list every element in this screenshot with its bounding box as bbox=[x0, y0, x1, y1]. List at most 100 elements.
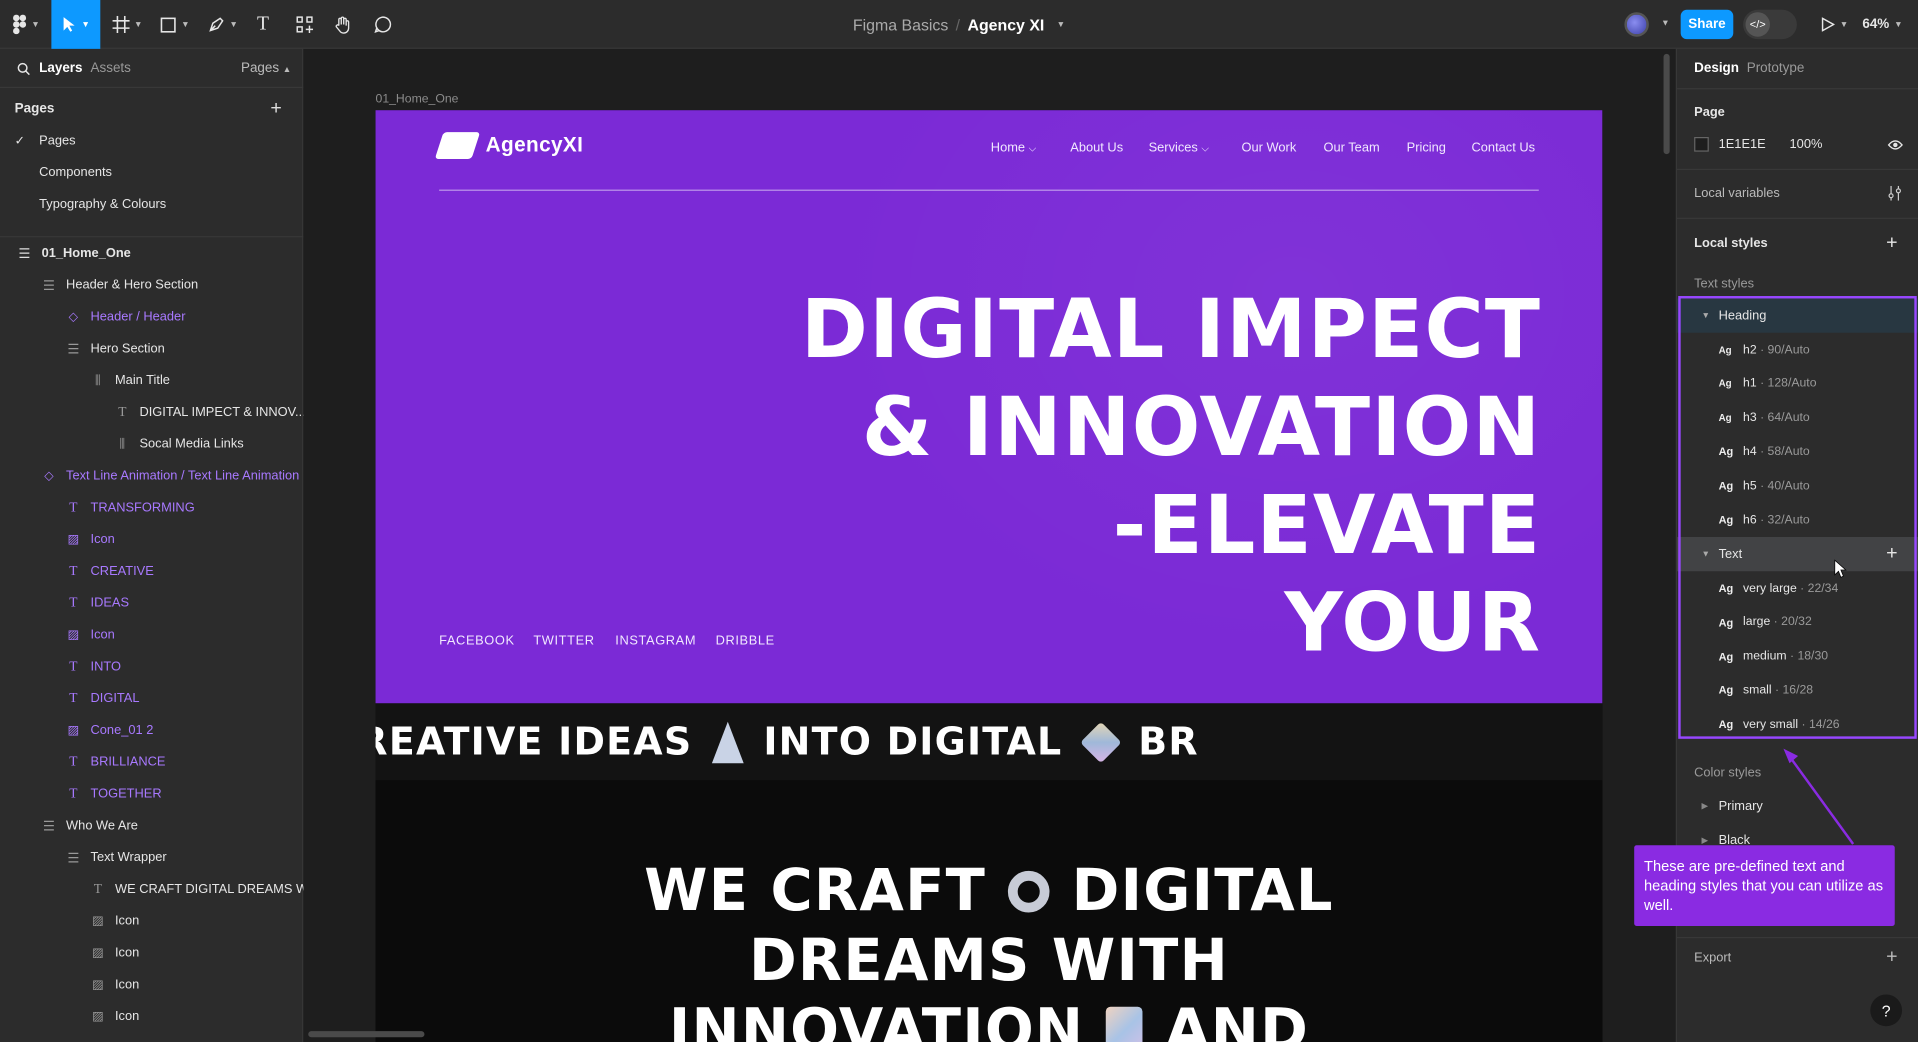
nav-about[interactable]: About Us bbox=[1070, 141, 1123, 156]
layer-row[interactable]: ▨ Icon bbox=[64, 619, 115, 651]
frame-label[interactable]: 01_Home_One bbox=[376, 93, 459, 106]
search-icon[interactable] bbox=[17, 62, 30, 76]
nav-services[interactable]: Services ⌵ bbox=[1149, 141, 1209, 156]
dev-mode-toggle[interactable]: </> bbox=[1743, 9, 1797, 40]
resources-button[interactable] bbox=[292, 0, 316, 49]
layer-row[interactable]: ▨ Cone_01 2 bbox=[64, 714, 154, 746]
figma-logo-icon bbox=[12, 14, 26, 35]
nav-our-work[interactable]: Our Work bbox=[1242, 141, 1297, 156]
resources-icon bbox=[296, 16, 314, 34]
social-instagram[interactable]: INSTAGRAM bbox=[615, 634, 696, 649]
tab-design[interactable]: Design bbox=[1694, 61, 1739, 76]
who-we-are-section[interactable]: WE CRAFT DIGITAL DREAMS WITH INNOVATION AN… bbox=[375, 780, 1603, 1042]
layer-row[interactable]: ▨ Icon bbox=[88, 905, 139, 937]
page-item-pages[interactable]: ✓ Pages bbox=[15, 125, 76, 157]
page-item-components[interactable]: Components bbox=[39, 157, 112, 189]
title-words: INNOVATION bbox=[668, 996, 1085, 1042]
play-icon bbox=[1821, 17, 1835, 32]
layer-row[interactable]: T IDEAS bbox=[64, 587, 129, 619]
sliders-icon[interactable] bbox=[1887, 185, 1902, 201]
add-style-icon[interactable]: + bbox=[1886, 232, 1897, 254]
share-button[interactable]: Share bbox=[1680, 9, 1734, 40]
layer-row[interactable]: ☰ Hero Section bbox=[64, 333, 164, 365]
chevron-down-icon[interactable]: ▼ bbox=[1057, 20, 1065, 29]
zoom-menu[interactable]: 64% ▼ bbox=[1859, 0, 1905, 49]
local-variables-row[interactable]: Local variables bbox=[1694, 176, 1914, 210]
user-avatar[interactable] bbox=[1624, 12, 1649, 37]
layer-row[interactable]: ☰ Who We Are bbox=[39, 810, 138, 842]
color-swatch[interactable] bbox=[1694, 136, 1709, 152]
toolbar: ▼ ▼ ▼ ▼ ▼ T Figma Basics / Agency XI ▼ ▼… bbox=[0, 0, 1918, 49]
canvas[interactable]: 01_Home_One AgencyXI Home ⌵ About Us Ser… bbox=[303, 48, 1676, 1042]
vertical-scrollbar[interactable] bbox=[1663, 53, 1670, 155]
nav-contact[interactable]: Contact Us bbox=[1472, 141, 1536, 156]
comment-tool-button[interactable] bbox=[371, 0, 395, 49]
layer-row[interactable]: T CREATIVE bbox=[64, 555, 154, 587]
figma-menu-button[interactable]: ▼ bbox=[7, 0, 44, 49]
hero-line: YOUR bbox=[1284, 576, 1542, 671]
page-background-row[interactable]: 1E1E1E 100% bbox=[1694, 127, 1914, 161]
chevron-down-icon[interactable]: ▼ bbox=[1661, 20, 1669, 29]
text-icon: T bbox=[69, 595, 78, 611]
help-button[interactable]: ? bbox=[1870, 994, 1903, 1027]
text-line-animation[interactable]: REATIVE IDEAS INTO DIGITAL BR bbox=[375, 703, 1603, 781]
layer-row[interactable]: ▨ Icon bbox=[64, 524, 115, 556]
frame-tool-button[interactable]: ▼ bbox=[108, 0, 147, 49]
color-group-primary[interactable]: ▶ Primary bbox=[1701, 789, 1918, 823]
export-row[interactable]: Export + bbox=[1694, 941, 1914, 975]
social-dribble[interactable]: DRIBBLE bbox=[716, 634, 775, 649]
hero-section[interactable]: AgencyXI Home ⌵ About Us Services ⌵ Our … bbox=[375, 110, 1603, 704]
hand-tool-button[interactable] bbox=[331, 0, 355, 49]
layer-label: Icon bbox=[114, 977, 140, 993]
present-button[interactable]: ▼ bbox=[1818, 0, 1852, 49]
text-tool-button[interactable]: T bbox=[251, 0, 275, 49]
layer-row[interactable]: T INTO bbox=[64, 651, 121, 683]
component-instance-icon: ◇ bbox=[68, 310, 79, 324]
add-page-icon[interactable]: + bbox=[270, 93, 281, 125]
frame-01-home-one[interactable]: AgencyXI Home ⌵ About Us Services ⌵ Our … bbox=[375, 110, 1603, 1042]
layer-row[interactable]: T DIGITAL IMPECT & INNOV... bbox=[113, 396, 306, 428]
tab-prototype[interactable]: Prototype bbox=[1747, 61, 1805, 76]
layer-row[interactable]: ⫼ Main Title bbox=[88, 365, 170, 397]
page-opacity-value[interactable]: 100% bbox=[1790, 137, 1823, 152]
selection-highlight bbox=[1678, 296, 1917, 739]
layer-row[interactable]: T WE CRAFT DIGITAL DREAMS W... bbox=[88, 873, 318, 905]
nav-home-label: Home bbox=[990, 140, 1026, 156]
layer-row[interactable]: T TRANSFORMING bbox=[64, 492, 194, 524]
eye-icon[interactable] bbox=[1887, 139, 1903, 150]
add-export-icon[interactable]: + bbox=[1886, 947, 1897, 969]
who-we-are-title: WE CRAFT DIGITAL DREAMS WITH INNOVATION AN… bbox=[376, 856, 1603, 1042]
social-facebook[interactable]: FACEBOOK bbox=[439, 634, 515, 649]
layer-row[interactable]: ☰ Text Wrapper bbox=[64, 842, 166, 874]
auto-layout-icon: ☰ bbox=[42, 818, 55, 834]
layer-row[interactable]: ▨ Icon bbox=[88, 1001, 139, 1033]
pen-tool-button[interactable]: ▼ bbox=[203, 0, 242, 49]
layer-row[interactable]: ◇ Header / Header bbox=[64, 301, 186, 333]
nav-home[interactable]: Home ⌵ bbox=[991, 141, 1036, 156]
layer-row[interactable]: T DIGITAL bbox=[64, 683, 139, 715]
chevron-down-icon: ⌵ bbox=[1028, 143, 1037, 155]
move-tool-button[interactable]: ▼ bbox=[51, 0, 101, 49]
text-icon: T bbox=[69, 500, 78, 515]
layer-row[interactable]: T BRILLIANCE bbox=[64, 746, 165, 778]
nav-pricing[interactable]: Pricing bbox=[1407, 141, 1446, 156]
page-color-value[interactable]: 1E1E1E bbox=[1719, 137, 1790, 152]
layer-row[interactable]: T TOGETHER bbox=[64, 778, 161, 810]
horizontal-scrollbar[interactable] bbox=[308, 1031, 425, 1038]
layer-row[interactable]: ☰ Header & Hero Section bbox=[39, 269, 198, 301]
layer-row[interactable]: ⫼ Socal Media Links bbox=[113, 428, 243, 460]
tab-layers[interactable]: Layers bbox=[39, 61, 82, 76]
shape-tool-button[interactable]: ▼ bbox=[155, 0, 194, 49]
file-name[interactable]: Agency XI bbox=[967, 15, 1044, 33]
nav-our-team[interactable]: Our Team bbox=[1324, 141, 1380, 156]
layer-row[interactable]: ▨ Icon bbox=[88, 937, 139, 969]
page-item-typography[interactable]: Typography & Colours bbox=[39, 188, 166, 220]
social-twitter[interactable]: TWITTER bbox=[533, 634, 594, 649]
tab-assets[interactable]: Assets bbox=[91, 61, 131, 76]
pages-toggle[interactable]: Pages ▲ bbox=[241, 61, 291, 76]
frame-icon bbox=[111, 15, 130, 34]
project-name[interactable]: Figma Basics bbox=[853, 15, 948, 33]
layer-row[interactable]: ☰ 01_Home_One bbox=[15, 237, 131, 269]
layer-row[interactable]: ◇ Text Line Animation / Text Line Animati… bbox=[39, 460, 299, 492]
layer-row[interactable]: ▨ Icon bbox=[88, 969, 139, 1001]
